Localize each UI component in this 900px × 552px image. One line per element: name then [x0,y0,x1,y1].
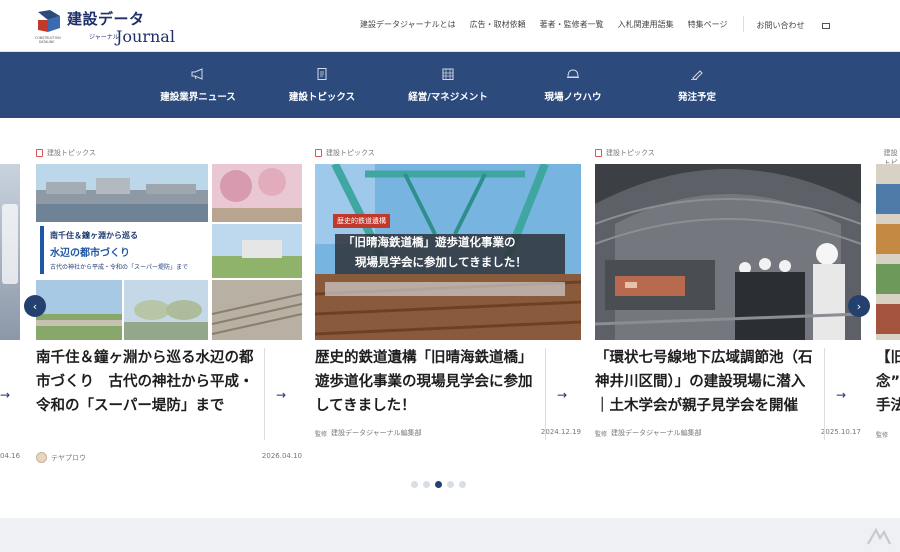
carousel-dot-1[interactable] [411,481,418,488]
previous-card-arrow: → [0,388,11,402]
site-header: CONSTRUCTION DATALINE 建設データ ジャーナル Journa… [0,0,900,52]
topnav-about[interactable]: 建設データジャーナルとは [360,19,456,32]
document-icon [317,67,327,80]
topnav-ads[interactable]: 広告・取材依頼 [470,19,526,32]
chevron-right-icon: › [856,299,862,313]
author-name: 建設データジャーナル編集部 [331,429,422,437]
carousel-next-button[interactable]: › [848,295,870,317]
card-title-partial[interactable]: 【旧 念” 手法 [876,346,900,418]
thumbnail-subheading: 古代の神社から平成・令和の「スーパー堤防」まで [50,264,188,271]
logo-sub: ジャーナル [89,34,119,41]
thumbnail-headline-1: 「旧晴海鉄道橋」遊歩道化事業の [343,235,516,249]
card-title[interactable]: 南千住＆鐘ヶ淵から巡る水辺の都市づくり 古代の神社から平成・令和の「スーパー堤防… [36,346,256,418]
card-category: 建設トピックス [36,148,96,158]
nav-order-schedule-label: 発注予定 [677,91,716,103]
card-divider [264,348,265,440]
carousel-pagination [411,481,466,488]
contact-link[interactable]: お問い合わせ [756,19,844,32]
card-title[interactable]: 「環状七号線地下広域調節池（石神井川区間）」の建設現場に潜入｜土木学会が親子見学… [595,346,815,418]
nav-construction-topics[interactable]: 建設トピックス [272,52,372,118]
article-card-3[interactable]: 建設トピックス 「環状七号線地下広域調節池（石神井川区間）」の建設現場に潜入｜土… [595,118,861,468]
card-thumbnail[interactable]: 南千住＆鐘ヶ淵から巡る 水辺の都市づくり 古代の神社から平成・令和の「スーパー堤… [36,164,302,340]
top-navigation: 建設データジャーナルとは 広告・取材依頼 著者・監修者一覧 入札関連用語集 特集… [360,16,858,32]
nav-industry-news[interactable]: 建設業界ニュース [148,52,248,118]
featured-carousel: → 04.16 建設トピックス 南千住＆鐘ヶ淵から巡る 水辺の都市づくり 古代の… [0,118,900,518]
topnav-features[interactable]: 特集ページ [688,19,728,32]
thumbnail-headline-2: 現場見学会に参加してきました！ [355,255,527,269]
author-role-badge: 監修 [876,432,889,439]
helmet-icon [567,68,579,78]
thumbnail-badge: 歴史的鉄道遺構 [333,214,390,228]
nav-site-knowhow[interactable]: 現場ノウハウ [523,52,623,118]
external-link-icon [822,22,831,29]
thumbnail-bookshelf-photo [876,164,900,340]
author-role-badge: 監修 [595,430,608,438]
nav-construction-topics-label: 建設トピックス [288,91,356,103]
card-author[interactable]: 監修 建設データジャーナル編集部 [595,428,702,438]
building-icon [442,68,454,80]
card-date: 2025.10.17 [820,428,861,436]
card-date: 2024.12.19 [540,428,581,436]
card-1-arrow[interactable]: → [276,388,286,402]
card-3-arrow[interactable]: → [836,388,846,402]
card-2-arrow[interactable]: → [557,388,567,402]
card-author[interactable]: 監修 建設データジャーナル編集部 [315,428,422,438]
chevron-left-icon: ‹ [32,299,38,313]
nav-management-label: 経営/マネジメント [408,91,488,103]
logo-english: Journal [116,27,175,46]
megaphone-icon [191,67,203,80]
author-name: テヤプロウ [51,453,86,462]
category-icon [315,149,322,157]
nav-management[interactable]: 経営/マネジメント [398,52,498,118]
author-role-badge: 監修 [315,430,328,438]
topnav-glossary[interactable]: 入札関連用語集 [618,19,674,32]
svg-text:DATALINE: DATALINE [39,40,54,44]
carousel-dot-5[interactable] [459,481,466,488]
main-navigation: 建設業界ニュース 建設トピックス 経営/マネジメント 現場ノウハウ 発注予定 [0,52,900,118]
card-thumbnail[interactable] [595,164,861,340]
nav-order-schedule[interactable]: 発注予定 [647,52,747,118]
previous-card-date: 04.16 [0,452,21,460]
contact-label: お問い合わせ [756,21,805,30]
category-icon [595,149,602,157]
watermark-logo-icon [867,527,891,545]
carousel-dot-4[interactable] [447,481,454,488]
author-avatar [36,452,47,463]
card-date: 2026.04.10 [261,452,302,460]
card-author[interactable]: テヤプロウ [36,452,86,463]
card-title[interactable]: 歴史的鉄道遺構「旧晴海鉄道橋」遊歩道化事業の現場見学会に参加してきました！ [315,346,535,418]
card-divider [824,348,825,440]
card-divider [545,348,546,440]
lower-section-band [0,518,900,552]
carousel-dot-3[interactable] [435,481,442,488]
carousel-prev-button[interactable]: ‹ [24,295,46,317]
thumbnail-tunnel-photo [595,164,861,340]
carousel-dot-2[interactable] [423,481,430,488]
card-category: 建設トピックス [315,148,375,158]
site-logo[interactable]: CONSTRUCTION DATALINE 建設データ ジャーナル Journa… [34,8,184,46]
article-card-2[interactable]: 建設トピックス 歴史的鉄道遺構 「旧晴海鉄道橋」遊歩道化事業の 現場見学会に参加… [315,118,581,468]
article-card-4-partial[interactable]: 建設トピックス 【旧 念” 手法 監修 [876,118,900,468]
previous-card-partial[interactable] [0,164,20,340]
nav-industry-news-label: 建設業界ニュース [160,91,236,103]
topnav-authors[interactable]: 著者・監修者一覧 [540,19,604,32]
thumbnail-heading-2: 水辺の都市づくり [50,248,130,259]
author-name: 建設データジャーナル編集部 [611,429,702,437]
thumbnail-heading-1: 南千住＆鐘ヶ淵から巡る [50,231,138,240]
nav-site-knowhow-label: 現場ノウハウ [544,91,602,103]
card-thumbnail [876,164,900,340]
logo-japanese: 建設データ [67,10,145,28]
card-category: 建設トピックス [595,148,655,158]
thumbnail-bridge-photo [315,164,581,340]
category-icon [36,149,43,157]
pen-icon [691,69,703,80]
topnav-divider [743,16,745,32]
logo-mark-icon: CONSTRUCTION DATALINE [35,10,61,44]
card-thumbnail[interactable]: 歴史的鉄道遺構 「旧晴海鉄道橋」遊歩道化事業の 現場見学会に参加してきました！ [315,164,581,340]
article-card-1[interactable]: 建設トピックス 南千住＆鐘ヶ淵から巡る 水辺の都市づくり 古代の神社から平成・令… [36,118,302,468]
